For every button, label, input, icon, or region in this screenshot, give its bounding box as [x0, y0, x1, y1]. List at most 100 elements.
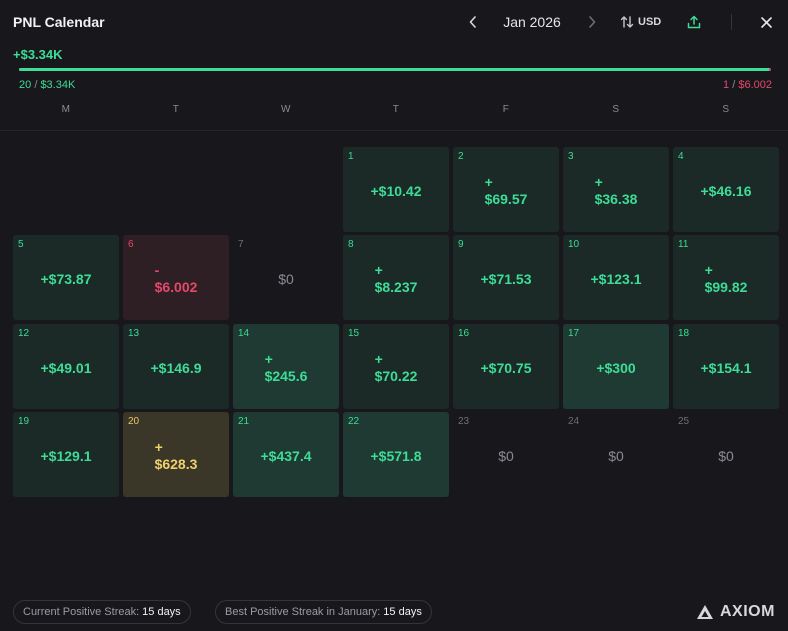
best-streak-label: Best Positive Streak in January:: [225, 606, 381, 618]
day-cell-3[interactable]: 3 + $36.38: [563, 147, 669, 232]
day-pnl-amount: $0: [278, 270, 294, 287]
weekday-label: M: [61, 104, 71, 115]
pnl-ratio-fill: [19, 68, 770, 71]
day-pnl-value: $6.002: [154, 279, 198, 295]
calendar-header: PNL Calendar Jan 2026 USD: [0, 0, 788, 44]
current-streak-value: 15 days: [142, 606, 181, 618]
day-pnl-amount: +$73.87: [40, 270, 92, 287]
currency-label: USD: [638, 16, 662, 28]
chevron-right-icon: [589, 16, 596, 28]
day-pnl-amount: +$10.42: [370, 182, 422, 199]
day-pnl-amount: + $8.237: [343, 235, 449, 320]
day-pnl-stack: + $8.237: [375, 262, 418, 296]
day-cell-9[interactable]: 9 +$71.53: [453, 235, 559, 320]
day-pnl-sign: +: [594, 174, 603, 190]
day-pnl-value: $99.82: [704, 279, 748, 295]
day-pnl-amount: + $628.3: [123, 412, 229, 497]
share-upload-icon: [687, 15, 701, 29]
day-pnl-stack: + $245.6: [265, 351, 308, 385]
day-pnl-amount: + $245.6: [233, 324, 339, 409]
weekday-label: S: [612, 104, 620, 115]
prev-month-button[interactable]: [464, 11, 482, 33]
day-cell-8[interactable]: 8 + $8.237: [343, 235, 449, 320]
day-cell-6[interactable]: 6- $6.002: [123, 235, 229, 320]
day-pnl-stack: + $69.57: [485, 174, 528, 208]
day-pnl-stack: + $70.22: [375, 351, 418, 385]
day-pnl-value: $628.3: [154, 456, 198, 472]
best-streak-badge: Best Positive Streak in January: 15 days: [215, 600, 432, 624]
day-pnl-stack: + $99.82: [705, 262, 748, 296]
day-cell-10[interactable]: 10 +$123.1: [563, 235, 669, 320]
day-pnl-stack: + $36.38: [595, 174, 638, 208]
close-button[interactable]: [757, 12, 775, 32]
pnl-ratio-bar: [19, 68, 771, 71]
day-cell-11[interactable]: 11 + $99.82: [673, 235, 779, 320]
axiom-logo: AXIOM: [696, 602, 775, 622]
positive-days-count: 20: [19, 79, 32, 91]
weekday-label: F: [502, 104, 510, 115]
day-cell-19[interactable]: 19 +$129.1: [13, 412, 119, 497]
best-streak-value: 15 days: [383, 606, 422, 618]
positive-days-summary: 20 / $3.34K: [19, 79, 75, 91]
day-pnl-value: $36.38: [594, 191, 638, 207]
day-pnl-amount: +$123.1: [590, 270, 642, 287]
day-pnl-sign: +: [154, 439, 163, 455]
day-cell-15[interactable]: 15 + $70.22: [343, 324, 449, 409]
day-pnl-amount: +$154.1: [700, 359, 752, 376]
chevron-left-icon: [469, 16, 476, 28]
day-cell-21[interactable]: 21 +$437.4: [233, 412, 339, 497]
next-month-button[interactable]: [583, 11, 601, 33]
share-button[interactable]: [685, 12, 703, 32]
logo-text: AXIOM: [720, 603, 775, 620]
day-cell-7[interactable]: 7 $0: [233, 235, 339, 320]
weekday-label: T: [172, 104, 180, 115]
day-pnl-amount: +$146.9: [150, 359, 202, 376]
header-divider: [731, 14, 732, 30]
day-pnl-amount: $0: [718, 447, 734, 464]
day-pnl-amount: - $6.002: [123, 235, 229, 320]
day-cell-2[interactable]: 2 + $69.57: [453, 147, 559, 232]
day-cell-4[interactable]: 4 +$46.16: [673, 147, 779, 232]
day-pnl-amount: $0: [608, 447, 624, 464]
day-cell-13[interactable]: 13 +$146.9: [123, 324, 229, 409]
day-cell-5[interactable]: 5 +$73.87: [13, 235, 119, 320]
day-pnl-amount: +$437.4: [260, 447, 312, 464]
day-cell-12[interactable]: 12 +$49.01: [13, 324, 119, 409]
day-cell-24[interactable]: 24 $0: [563, 412, 669, 497]
day-cell-22[interactable]: 22 +$571.8: [343, 412, 449, 497]
day-pnl-amount: + $70.22: [343, 324, 449, 409]
day-pnl-sign: +: [374, 351, 383, 367]
day-pnl-value: $245.6: [264, 368, 308, 384]
close-icon: [760, 16, 772, 28]
day-pnl-sign: +: [484, 174, 493, 190]
day-cell-17[interactable]: 17 +$300: [563, 324, 669, 409]
day-pnl-value: $70.22: [374, 368, 418, 384]
weekday-label: S: [722, 104, 730, 115]
day-cell-25[interactable]: 25 $0: [673, 412, 779, 497]
positive-slash: /: [34, 79, 38, 91]
currency-toggle-button[interactable]: USD: [620, 12, 661, 32]
current-month-label: Jan 2026: [503, 14, 561, 30]
negative-days-count: 1: [723, 79, 730, 91]
day-cell-18[interactable]: 18 +$154.1: [673, 324, 779, 409]
axiom-logo-icon: [697, 605, 713, 619]
total-pnl: +$3.34K: [13, 47, 63, 62]
day-cell-16[interactable]: 16 +$70.75: [453, 324, 559, 409]
header-separator: [0, 130, 788, 131]
day-pnl-amount: +$129.1: [40, 447, 92, 464]
day-cell-23[interactable]: 23 $0: [453, 412, 559, 497]
day-pnl-stack: - $6.002: [155, 262, 198, 296]
day-pnl-amount: +$300: [596, 359, 636, 376]
day-pnl-amount: + $99.82: [673, 235, 779, 320]
day-cell-1[interactable]: 1 +$10.42: [343, 147, 449, 232]
day-pnl-amount: +$70.75: [480, 359, 532, 376]
day-cell-14[interactable]: 14 + $245.6: [233, 324, 339, 409]
day-pnl-sign: +: [264, 351, 273, 367]
negative-days-summary: 1 / $6.002: [723, 79, 772, 91]
negative-slash: /: [732, 79, 736, 91]
day-pnl-amount: +$49.01: [40, 359, 92, 376]
day-pnl-amount: + $69.57: [453, 147, 559, 232]
weekday-header-row: MTWTFSS: [0, 104, 788, 118]
day-pnl-sign: -: [154, 262, 160, 278]
day-cell-20[interactable]: 20 + $628.3: [123, 412, 229, 497]
